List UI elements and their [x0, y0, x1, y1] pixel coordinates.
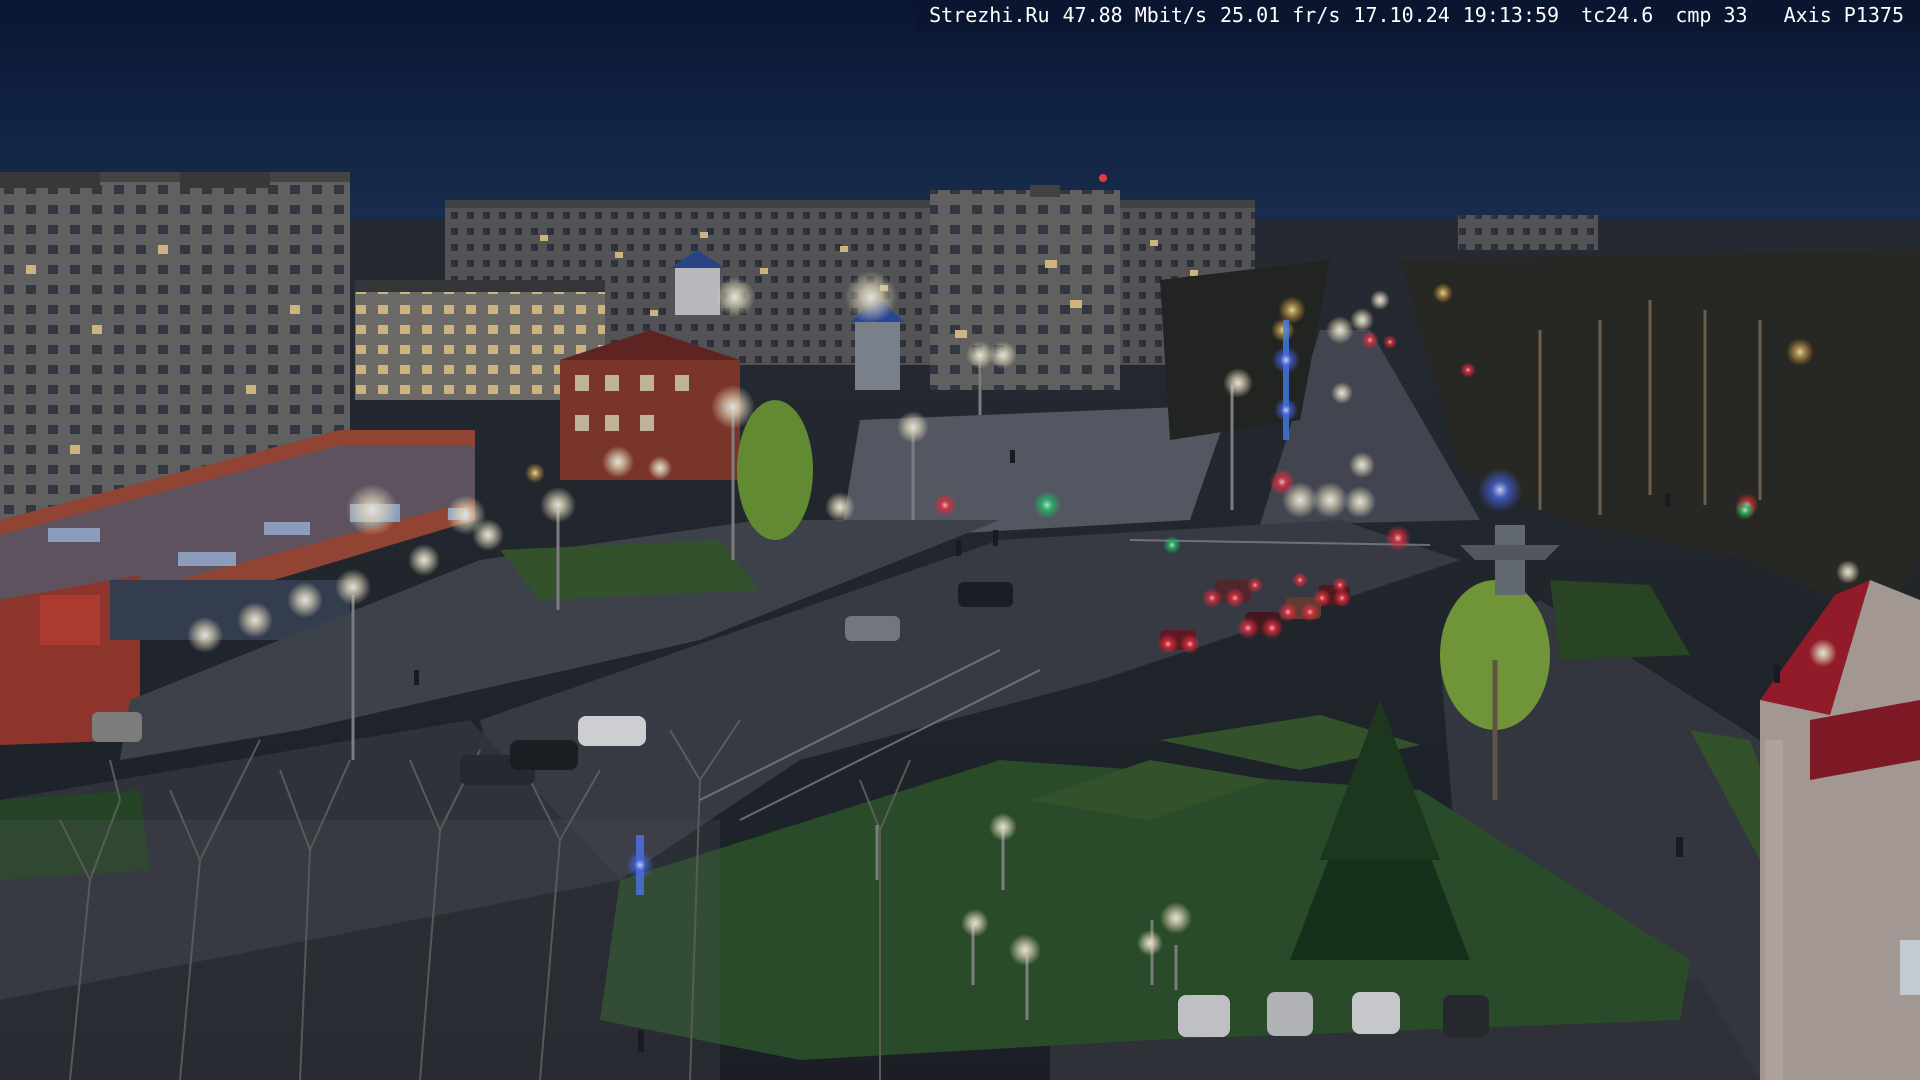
overlay-tc: tc24.6	[1581, 3, 1654, 27]
night-tint	[0, 0, 1920, 1080]
overlay-framerate: 25.01 fr/s	[1220, 3, 1341, 27]
camera-info-overlay: Strezhi.Ru 47.88 Mbit/s 25.01 fr/s 17.10.24…	[915, 0, 1920, 31]
overlay-camera-model: Axis P1375	[1783, 3, 1904, 27]
overlay-cmp: cmp 33	[1675, 3, 1748, 27]
overlay-time: 19:13:59	[1462, 3, 1560, 27]
overlay-bitrate: 47.88 Mbit/s	[1062, 3, 1208, 27]
webcam-scene	[0, 0, 1920, 1080]
overlay-date: 17.10.24	[1353, 3, 1450, 27]
overlay-site: Strezhi.Ru	[929, 3, 1050, 27]
